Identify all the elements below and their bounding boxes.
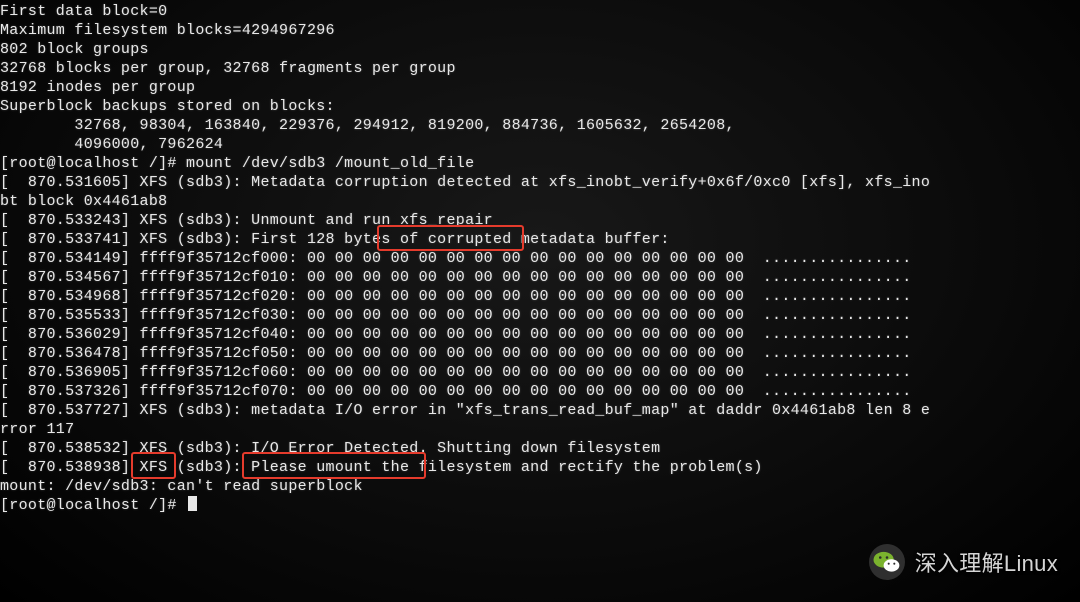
terminal-line: [ 870.534968] ffff9f35712cf020: 00 00 00… — [0, 287, 1080, 306]
cursor — [188, 496, 197, 511]
terminal-line: Superblock backups stored on blocks: — [0, 97, 1080, 116]
terminal-line: [ 870.536478] ffff9f35712cf050: 00 00 00… — [0, 344, 1080, 363]
terminal-line: [ 870.537727] XFS (sdb3): metadata I/O e… — [0, 401, 1080, 420]
terminal-line: [ 870.533243] XFS (sdb3): Unmount and ru… — [0, 211, 1080, 230]
terminal-line: 8192 inodes per group — [0, 78, 1080, 97]
terminal-line: [ 870.535533] ffff9f35712cf030: 00 00 00… — [0, 306, 1080, 325]
terminal-line: bt block 0x4461ab8 — [0, 192, 1080, 211]
terminal-line: 802 block groups — [0, 40, 1080, 59]
terminal-line: [ 870.531605] XFS (sdb3): Metadata corru… — [0, 173, 1080, 192]
terminal-line: [ 870.534567] ffff9f35712cf010: 00 00 00… — [0, 268, 1080, 287]
terminal-line: 32768 blocks per group, 32768 fragments … — [0, 59, 1080, 78]
terminal-line: [ 870.534149] ffff9f35712cf000: 00 00 00… — [0, 249, 1080, 268]
terminal-screen[interactable]: First data block=0Maximum filesystem blo… — [0, 0, 1080, 602]
terminal-line: 4096000, 7962624 — [0, 135, 1080, 154]
terminal-output: First data block=0Maximum filesystem blo… — [0, 2, 1080, 515]
terminal-line: [ 870.536905] ffff9f35712cf060: 00 00 00… — [0, 363, 1080, 382]
watermark: 深入理解Linux — [869, 544, 1058, 580]
terminal-line: mount: /dev/sdb3: can't read superblock — [0, 477, 1080, 496]
watermark-text: 深入理解Linux — [915, 546, 1058, 578]
terminal-line: [ 870.537326] ffff9f35712cf070: 00 00 00… — [0, 382, 1080, 401]
terminal-line: 32768, 98304, 163840, 229376, 294912, 81… — [0, 116, 1080, 135]
terminal-line: Maximum filesystem blocks=4294967296 — [0, 21, 1080, 40]
terminal-line: [root@localhost /]# — [0, 496, 1080, 515]
terminal-line: [root@localhost /]# mount /dev/sdb3 /mou… — [0, 154, 1080, 173]
terminal-line: rror 117 — [0, 420, 1080, 439]
terminal-line: [ 870.536029] ffff9f35712cf040: 00 00 00… — [0, 325, 1080, 344]
wechat-icon — [869, 544, 905, 580]
terminal-line: First data block=0 — [0, 2, 1080, 21]
terminal-line: [ 870.538938] XFS (sdb3): Please umount … — [0, 458, 1080, 477]
terminal-line: [ 870.538532] XFS (sdb3): I/O Error Dete… — [0, 439, 1080, 458]
terminal-line: [ 870.533741] XFS (sdb3): First 128 byte… — [0, 230, 1080, 249]
